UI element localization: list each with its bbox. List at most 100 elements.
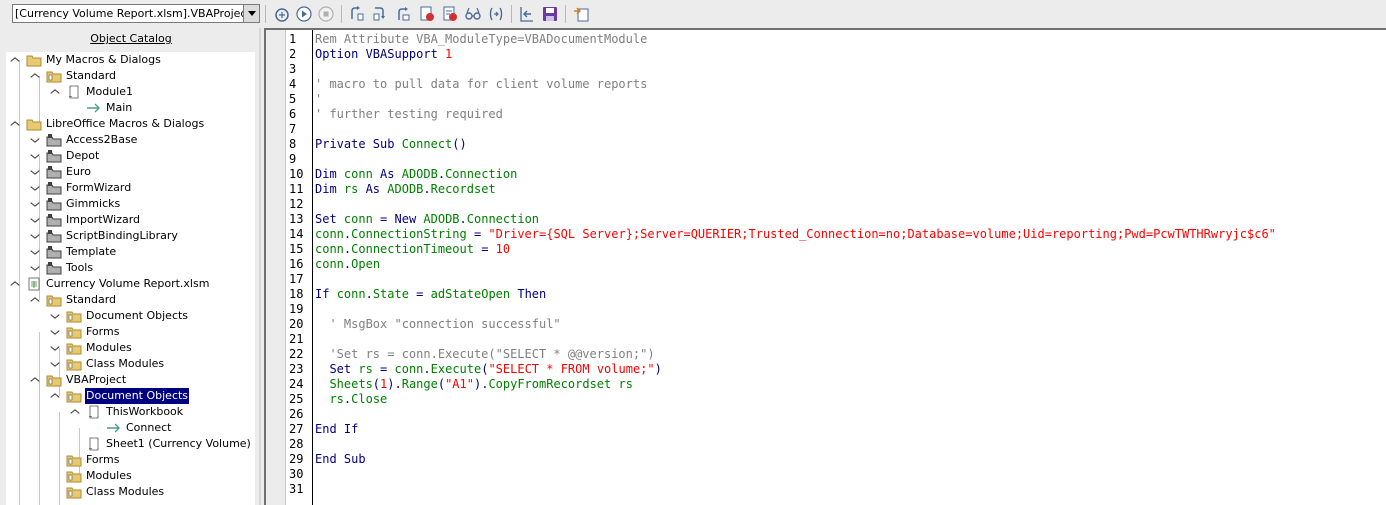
import-dialog-icon [574, 7, 589, 22]
expand-icon[interactable] [30, 136, 40, 144]
tree-node-sheet1[interactable]: Sheet1 (Currency Volume) [6, 436, 255, 452]
tree-node-libreoffice-macros[interactable]: LibreOffice Macros & Dialogs [6, 116, 255, 132]
locked-library-icon [46, 149, 62, 163]
breakpoint-gutter[interactable] [266, 30, 286, 505]
code-area[interactable]: Rem Attribute VBA_ModuleType=VBADocument… [315, 30, 1386, 505]
tree-node-vbaproject[interactable]: VBAProject [6, 372, 255, 388]
expand-icon[interactable] [30, 184, 40, 192]
code-line[interactable]: conn.ConnectionTimeout = 10 [315, 242, 510, 257]
insert-source-icon [520, 7, 533, 22]
watch-button[interactable] [464, 5, 482, 23]
expand-icon[interactable] [30, 248, 40, 256]
code-line[interactable]: rs.Close [315, 392, 387, 407]
code-line[interactable]: ' macro to pull data for client volume r… [315, 77, 647, 92]
collapse-icon[interactable] [30, 72, 40, 80]
code-line[interactable]: ' further testing required [315, 107, 503, 122]
collapse-icon[interactable] [30, 296, 40, 304]
code-line[interactable]: End If [315, 422, 358, 437]
expand-icon[interactable] [30, 232, 40, 240]
breakpoint-button[interactable] [418, 5, 436, 23]
code-line[interactable]: Set rs = conn.Execute("SELECT * FROM vol… [315, 362, 661, 377]
tree-node-forms-vba[interactable]: Forms [6, 452, 255, 468]
expand-icon[interactable] [30, 264, 40, 272]
tree-node-depot[interactable]: Depot [6, 148, 255, 164]
code-line[interactable]: Set conn = New ADODB.Connection [315, 212, 539, 227]
code-token: () [452, 137, 467, 151]
code-token: New [394, 212, 424, 226]
expand-icon[interactable] [30, 152, 40, 160]
manage-breakpoints-button[interactable] [441, 5, 459, 23]
compile-button[interactable] [273, 5, 291, 23]
collapse-icon[interactable] [50, 88, 60, 96]
toolbar: [Currency Volume Report.xlsm].VBAProject [0, 0, 1386, 28]
step-into-button[interactable] [371, 5, 389, 23]
expand-icon[interactable] [50, 344, 60, 352]
tree-node-document[interactable]: Currency Volume Report.xlsm [6, 276, 255, 292]
tree-node-main[interactable]: Main [6, 100, 255, 116]
collapse-icon[interactable] [10, 280, 20, 288]
tree-node-template[interactable]: Template [6, 244, 255, 260]
collapse-icon[interactable] [10, 120, 20, 128]
code-line[interactable]: ' MsgBox "connection successful" [315, 317, 560, 332]
code-line[interactable]: Sheets(1).Range("A1").CopyFromRecordset … [315, 377, 633, 392]
save-source-as-button[interactable] [541, 5, 559, 23]
stop-button[interactable] [317, 5, 335, 23]
tree-node-scriptbindinglibrary[interactable]: ScriptBindingLibrary [6, 228, 255, 244]
code-line[interactable]: Private Sub Connect() [315, 137, 467, 152]
code-line[interactable]: End Sub [315, 452, 366, 467]
tree-node-thisworkbook[interactable]: ThisWorkbook [6, 404, 255, 420]
step-out-button[interactable] [394, 5, 412, 23]
code-line[interactable]: If conn.State = adStateOpen Then [315, 287, 546, 302]
tree-node-document-objects-selected[interactable]: Document Objects [6, 387, 255, 405]
code-line[interactable]: Dim rs As ADODB.Recordset [315, 182, 496, 197]
collapse-icon[interactable] [30, 376, 40, 384]
code-editor[interactable]: 1 2 3 4 5 6 7 8 9 10 11 12 13 14 15 16 17 18 19 20 21 22 23 24 2… [264, 28, 1386, 505]
tree-node-euro[interactable]: Euro [6, 164, 255, 180]
expand-icon[interactable] [30, 216, 40, 224]
tree-node-class-modules[interactable]: Class Modules [6, 356, 255, 372]
tree-node-my-macros[interactable]: My Macros & Dialogs [6, 52, 255, 68]
import-dialog-button[interactable] [572, 5, 590, 23]
tree-node-forms[interactable]: Forms [6, 324, 255, 340]
tree-node-modules-vba[interactable]: Modules [6, 468, 255, 484]
locked-library-icon [46, 261, 62, 275]
tree-node-modules[interactable]: Modules [6, 340, 255, 356]
chevron-down-icon[interactable] [243, 5, 259, 22]
code-line[interactable]: Rem Attribute VBA_ModuleType=VBADocument… [315, 32, 647, 47]
line-number: 5 [289, 92, 297, 106]
step-over-button[interactable] [348, 5, 366, 23]
collapse-icon[interactable] [70, 408, 80, 416]
tree-node-connect[interactable]: Connect [6, 420, 255, 436]
code-line[interactable]: Option VBASupport 1 [315, 47, 452, 62]
tree-node-tools[interactable]: Tools [6, 260, 255, 276]
expand-icon[interactable] [50, 328, 60, 336]
expand-icon[interactable] [30, 168, 40, 176]
panel-splitter[interactable] [256, 28, 264, 505]
tree-node-module1[interactable]: Module1 [6, 84, 255, 100]
code-line[interactable]: conn.Open [315, 257, 380, 272]
tree-node-access2base[interactable]: Access2Base [6, 132, 255, 148]
expand-icon[interactable] [50, 360, 60, 368]
code-line[interactable]: conn.ConnectionString = "Driver={SQL Ser… [315, 227, 1276, 242]
library-select[interactable]: [Currency Volume Report.xlsm].VBAProject [12, 4, 260, 23]
collapse-icon[interactable] [50, 392, 60, 400]
expand-icon[interactable] [30, 200, 40, 208]
insert-source-button[interactable] [518, 5, 536, 23]
tree-node-document-objects[interactable]: Document Objects [6, 308, 255, 324]
code-token: ' [315, 92, 323, 106]
collapse-icon[interactable] [10, 56, 20, 64]
tree-node-formwizard[interactable]: FormWizard [6, 180, 255, 196]
expand-icon[interactable] [50, 312, 60, 320]
code-line[interactable]: 'Set rs = conn.Execute("SELECT * @@versi… [315, 347, 654, 362]
tree-node-importwizard[interactable]: ImportWizard [6, 212, 255, 228]
code-line[interactable]: Dim conn As ADODB.Connection [315, 167, 517, 182]
object-catalog-tree[interactable]: My Macros & Dialogs Standard Module1 Mai… [6, 52, 255, 505]
find-parentheses-button[interactable] [487, 5, 505, 23]
code-line[interactable]: ' [315, 92, 322, 107]
tree-node-class-modules-vba[interactable]: Class Modules [6, 484, 255, 500]
tree-node-standard[interactable]: Standard [6, 68, 255, 84]
tree-node-gimmicks[interactable]: Gimmicks [6, 196, 255, 212]
tree-node-standard-doc[interactable]: Standard [6, 292, 255, 308]
line-number: 21 [289, 332, 304, 346]
run-button[interactable] [295, 5, 313, 23]
